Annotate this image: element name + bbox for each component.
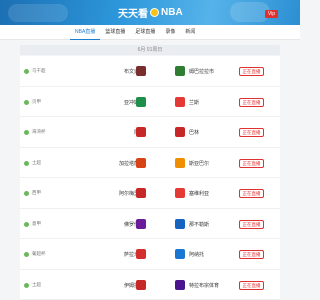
basketball-icon [150,8,159,17]
watch-live-button[interactable]: 正在直播 [239,158,264,168]
date-bar: 6月 01周日 [20,45,280,55]
nav-tab[interactable]: 录像 [160,25,180,40]
away-team-badge-icon [175,66,185,76]
logo-text: 天天看 [118,9,148,20]
league-name: 土超 [32,159,41,165]
away-team-badge-icon [175,249,185,259]
away-team-name: 那不勒斯 [189,221,210,228]
watch-live-button[interactable]: 正在直播 [239,250,264,259]
watch-live-button[interactable]: 正在直播 [239,280,264,290]
home-team-badge-icon [136,279,146,290]
away-team-badge-icon [175,127,185,137]
league-name: 意甲 [32,220,41,226]
nav-bar: NBA直播 篮球直播 足球直播 录像 新闻 [0,25,300,40]
league-icon [24,252,29,257]
league-icon [24,160,29,166]
league-icon [24,221,29,227]
away-team-badge-icon [175,279,185,290]
away-team-name: 斯亚巴尔 [189,160,210,167]
league-name: 西甲 [32,190,41,195]
match-row[interactable]: 土超 伊姆拉兹 特拉布宗体育 正在直播 [20,269,280,300]
site-logo[interactable]: 天天看 NBA [118,6,183,20]
league-name: 贝甲 [32,98,41,104]
home-team-badge-icon [136,188,146,198]
match-row[interactable]: 乌干超 布文迪巴 姆巴拉拉市 正在直播 [20,56,280,87]
match-row[interactable]: 贝甲 亚冲斯里 兰斯 正在直播 [20,86,280,117]
nav-tabs: NBA直播 篮球直播 足球直播 录像 新闻 [70,25,200,40]
league-icon [24,282,29,288]
match-row[interactable]: 意甲 佛罗伦萨 那不勒斯 正在直播 [20,208,280,239]
nav-tab[interactable]: 足球直播 [130,25,160,40]
match-list: 乌干超布文迪巴姆巴拉拉市正在直播贝甲亚冲斯里兰斯正在直播海湾杯阿曼巴林正在直播土… [20,56,280,300]
watch-live-button[interactable]: 正在直播 [239,97,264,107]
league-name: 乌干超 [32,68,46,73]
league-name: 土超 [32,281,41,287]
league-name: 葡超杯 [32,251,46,256]
league-icon [24,130,29,135]
home-team-badge-icon [136,218,146,229]
match-row[interactable]: 海湾杯阿曼巴林正在直播 [20,117,280,148]
watch-live-button[interactable]: 正在直播 [239,189,264,198]
away-team-name: 特拉布宗体育 [189,282,220,289]
away-team-badge-icon [175,188,185,198]
banner-decoration-left [8,4,68,22]
home-team-badge-icon [136,66,146,76]
vip-badge[interactable]: Vip [265,10,278,18]
watch-live-button[interactable]: 正在直播 [239,219,264,229]
league-icon [24,69,29,74]
watch-live-button[interactable]: 正在直播 [239,67,264,76]
match-row[interactable]: 葡超杯 萨拉米斯 阿纳托 正在直播 [20,239,280,270]
away-team-name: 塞维利亚 [189,191,210,197]
nav-tab[interactable]: 篮球直播 [100,25,130,40]
banner-decoration-right [230,2,270,22]
watch-live-button[interactable]: 正在直播 [239,128,264,137]
league-icon [24,99,29,105]
away-team-name: 巴林 [189,130,200,136]
away-team-badge-icon [175,96,185,107]
home-team-badge-icon [136,127,146,137]
league-icon [24,191,29,196]
away-team-name: 阿纳托 [189,252,205,258]
date-label: 6月 01周日 [137,47,163,53]
match-row[interactable]: 土超 加拉塔萨雷 斯亚巴尔 正在直播 [20,147,280,178]
logo-suffix: NBA [161,7,183,18]
nav-tab[interactable]: 新闻 [180,25,200,40]
nav-tab[interactable]: NBA直播 [70,25,101,40]
home-team-badge-icon [136,96,146,107]
away-team-badge-icon [175,218,185,229]
away-team-badge-icon [175,157,185,168]
header-banner: 天天看 NBA Vip [0,0,300,25]
away-team-name: 兰斯 [189,99,200,106]
home-team-badge-icon [136,249,146,259]
home-team-badge-icon [136,157,146,168]
match-row[interactable]: 西甲 阿尔梅里亚 塞维利亚 正在直播 [20,178,280,209]
away-team-name: 姆巴拉拉市 [189,69,215,75]
league-name: 海湾杯 [32,129,46,134]
